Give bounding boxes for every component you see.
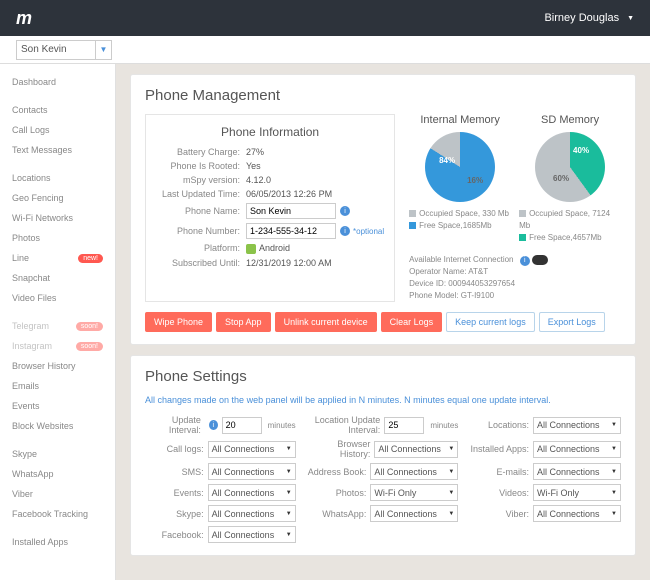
sidebar-item[interactable]: Telegramsoon!: [0, 316, 115, 336]
sidebar-item[interactable]: Browser History: [0, 356, 115, 376]
info-icon[interactable]: i: [209, 420, 218, 430]
settings-title: Phone Settings: [145, 368, 621, 385]
sidebar-item[interactable]: Call Logs: [0, 120, 115, 140]
info-icon[interactable]: i: [340, 226, 350, 236]
content: Phone Management Phone Information Batte…: [116, 64, 650, 580]
sidebar-item[interactable]: Installed Apps: [0, 532, 115, 552]
location-interval-input[interactable]: [384, 417, 424, 434]
sidebar-item[interactable]: Emails: [0, 376, 115, 396]
wipe-phone-button[interactable]: Wipe Phone: [145, 312, 212, 332]
photos-select[interactable]: Wi-Fi Only: [370, 484, 458, 501]
videos-select[interactable]: Wi-Fi Only: [533, 484, 621, 501]
clear-logs-button[interactable]: Clear Logs: [381, 312, 443, 332]
user-menu[interactable]: Birney Douglas ▼: [544, 12, 634, 24]
chevron-down-icon: ▼: [627, 15, 634, 22]
internal-memory: Internal Memory 84% 16% Occupied Space, …: [409, 114, 511, 244]
browser-history-select[interactable]: All Connections: [374, 441, 458, 458]
sidebar-item[interactable]: Photos: [0, 228, 115, 248]
sd-memory: SD Memory 40% 60% Occupied Space, 7124 M…: [519, 114, 621, 244]
sidebar-item[interactable]: WhatsApp: [0, 464, 115, 484]
sidebar-item[interactable]: Snapchat: [0, 268, 115, 288]
phone-management-panel: Phone Management Phone Information Batte…: [130, 74, 636, 345]
facebook-select[interactable]: All Connections: [208, 526, 296, 543]
wifi-icon: [532, 255, 548, 265]
call-logs-select[interactable]: All Connections: [208, 441, 296, 458]
whatsapp-select[interactable]: All Connections: [370, 505, 458, 522]
sidebar-item[interactable]: Dashboard: [0, 72, 115, 92]
locations-select[interactable]: All Connections: [533, 417, 621, 434]
sidebar-item[interactable]: Instagramsoon!: [0, 336, 115, 356]
sidebar-item[interactable]: Block Websites: [0, 416, 115, 436]
viber-select[interactable]: All Connections: [533, 505, 621, 522]
phone-info-title: Phone Information: [156, 125, 384, 139]
sidebar-item[interactable]: Wi-Fi Networks: [0, 208, 115, 228]
sidebar-item[interactable]: Events: [0, 396, 115, 416]
events-select[interactable]: All Connections: [208, 484, 296, 501]
info-icon[interactable]: i: [340, 206, 350, 216]
sidebar-item[interactable]: Geo Fencing: [0, 188, 115, 208]
sub-bar: Son Kevin ▼: [0, 36, 650, 64]
stop-app-button[interactable]: Stop App: [216, 312, 271, 332]
phone-number-input[interactable]: [246, 223, 336, 239]
sms-select[interactable]: All Connections: [208, 463, 296, 480]
network-info: Available Internet Connection i Operator…: [409, 254, 621, 302]
settings-note: All changes made on the web panel will b…: [145, 395, 621, 405]
child-selector[interactable]: Son Kevin: [16, 40, 96, 60]
sidebar-item[interactable]: Video Files: [0, 288, 115, 308]
badge: soon!: [76, 342, 103, 351]
update-interval-input[interactable]: [222, 417, 262, 434]
page-title: Phone Management: [145, 87, 621, 104]
sidebar: Dashboard ContactsCall LogsText Messages L…: [0, 64, 116, 580]
installed-apps-select[interactable]: All Connections: [533, 441, 621, 458]
android-icon: [246, 244, 256, 254]
internal-memory-chart: 84% 16%: [425, 132, 495, 202]
child-dropdown-button[interactable]: ▼: [96, 40, 112, 60]
sidebar-item[interactable]: Contacts: [0, 100, 115, 120]
export-logs-button[interactable]: Export Logs: [539, 312, 605, 332]
sd-memory-chart: 40% 60%: [535, 132, 605, 202]
emails-select[interactable]: All Connections: [533, 463, 621, 480]
keep-logs-button[interactable]: Keep current logs: [446, 312, 535, 332]
info-icon[interactable]: i: [520, 256, 530, 266]
skype-select[interactable]: All Connections: [208, 505, 296, 522]
phone-settings-panel: Phone Settings All changes made on the w…: [130, 355, 636, 556]
logo: m: [16, 8, 32, 29]
phone-info-box: Phone Information Battery Charge:27% Pho…: [145, 114, 395, 302]
unlink-device-button[interactable]: Unlink current device: [275, 312, 377, 332]
user-name: Birney Douglas: [544, 12, 619, 24]
sidebar-item[interactable]: Locations: [0, 168, 115, 188]
sidebar-item[interactable]: Skype: [0, 444, 115, 464]
badge: soon!: [76, 322, 103, 331]
sidebar-item[interactable]: Text Messages: [0, 140, 115, 160]
address-book-select[interactable]: All Connections: [370, 463, 458, 480]
badge: new!: [78, 254, 103, 263]
phone-name-input[interactable]: [246, 203, 336, 219]
sidebar-item[interactable]: Facebook Tracking: [0, 504, 115, 524]
sidebar-item[interactable]: Linenew!: [0, 248, 115, 268]
top-bar: m Birney Douglas ▼: [0, 0, 650, 36]
sidebar-item[interactable]: Viber: [0, 484, 115, 504]
